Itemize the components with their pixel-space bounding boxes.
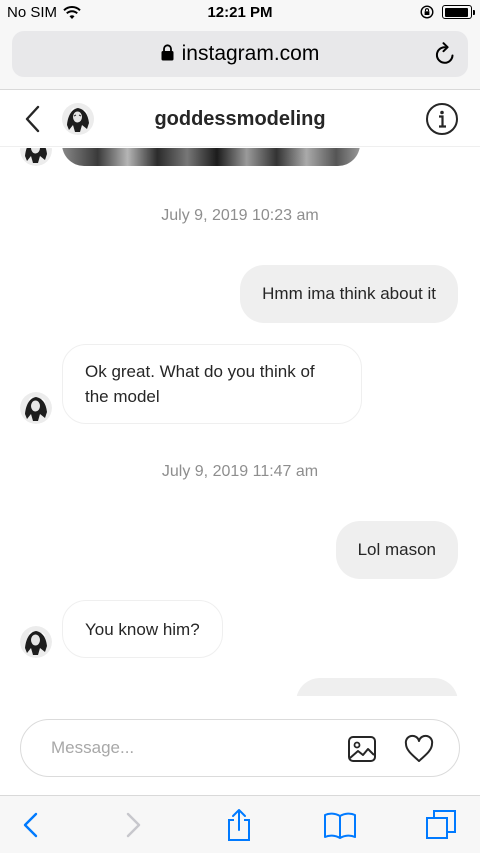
- outgoing-message-bubble-partial[interactable]: [296, 678, 458, 696]
- incoming-message-bubble[interactable]: Ok great. What do you think of the model: [62, 344, 362, 424]
- forward-arrow-icon[interactable]: [116, 808, 150, 842]
- url-text: instagram.com: [181, 42, 320, 65]
- browser-toolbar: [0, 795, 480, 853]
- message-thread[interactable]: July 9, 2019 10:23 am Hmm ima think abou…: [0, 148, 480, 696]
- message-input[interactable]: [51, 735, 321, 761]
- browser-address-area: instagram.com: [0, 28, 480, 90]
- avatar[interactable]: [20, 626, 52, 658]
- heart-icon[interactable]: [403, 734, 435, 764]
- shared-photo[interactable]: [62, 148, 360, 166]
- status-time: 12:21 PM: [207, 4, 273, 21]
- avatar[interactable]: [20, 392, 52, 424]
- incoming-message-bubble[interactable]: You know him?: [62, 600, 223, 658]
- back-arrow-icon[interactable]: [14, 808, 48, 842]
- status-right: [420, 5, 475, 19]
- share-icon[interactable]: [222, 808, 256, 842]
- message-timestamp: July 9, 2019 10:23 am: [161, 207, 319, 224]
- tabs-icon[interactable]: [424, 808, 458, 842]
- info-icon[interactable]: [425, 102, 459, 136]
- reload-icon[interactable]: [434, 42, 456, 66]
- address-text-row: instagram.com: [12, 42, 468, 66]
- battery-icon: [442, 5, 475, 19]
- dm-header: goddessmodeling: [0, 91, 480, 147]
- address-bar[interactable]: instagram.com: [12, 31, 468, 77]
- status-bar: No SIM 12:21 PM: [0, 0, 480, 28]
- bookmarks-icon[interactable]: [323, 808, 357, 842]
- message-composer[interactable]: [20, 719, 460, 777]
- avatar[interactable]: [20, 148, 52, 166]
- rotation-lock-icon: [420, 5, 434, 19]
- outgoing-message-bubble[interactable]: Lol mason: [335, 521, 458, 579]
- battery-level: [444, 7, 469, 17]
- lock-icon: [161, 44, 174, 61]
- outgoing-message-bubble[interactable]: Hmm ima think about it: [240, 265, 458, 323]
- message-timestamp: July 9, 2019 11:47 am: [161, 463, 319, 480]
- gallery-icon[interactable]: [347, 734, 377, 764]
- chat-username[interactable]: goddessmodeling: [0, 108, 480, 131]
- composer-area: [0, 700, 480, 795]
